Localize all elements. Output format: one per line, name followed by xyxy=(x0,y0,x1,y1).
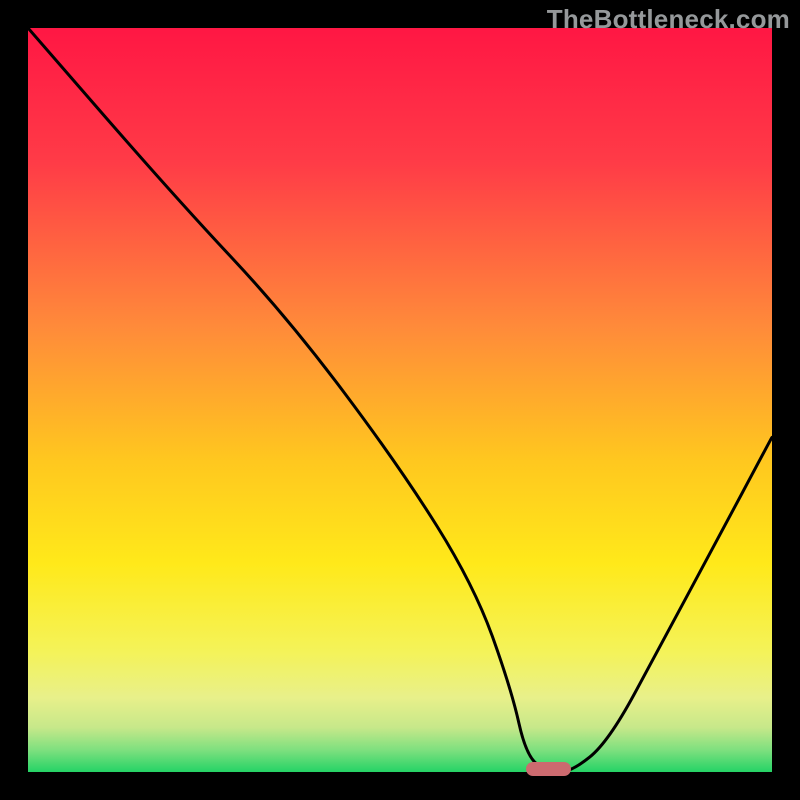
heat-gradient-background xyxy=(28,28,772,772)
plot-area xyxy=(28,28,772,772)
optimal-range-marker xyxy=(526,762,571,776)
chart-frame: TheBottleneck.com xyxy=(0,0,800,800)
watermark-text: TheBottleneck.com xyxy=(547,4,790,35)
